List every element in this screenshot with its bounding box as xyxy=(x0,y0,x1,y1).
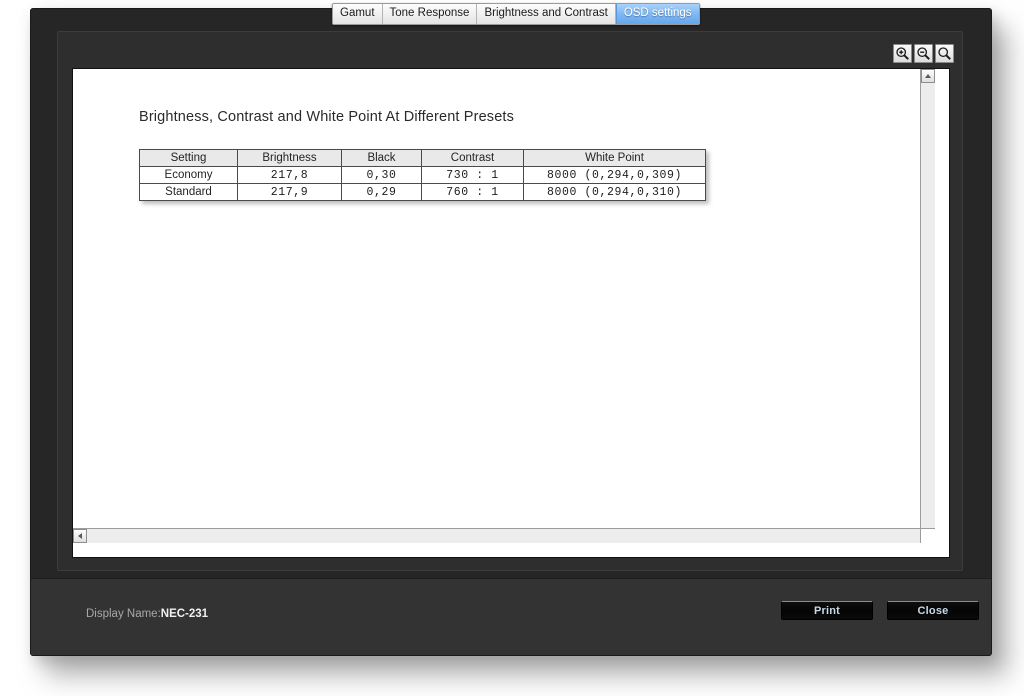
vertical-scrollbar[interactable] xyxy=(920,69,935,543)
document-viewport: Brightness, Contrast and White Point At … xyxy=(72,68,950,558)
table-row: Standard 217,9 0,29 760 : 1 8000 (0,294,… xyxy=(139,183,706,201)
tab-label: Tone Response xyxy=(389,7,470,20)
cell-setting: Economy xyxy=(139,166,238,184)
dialog-button-row: Print Close xyxy=(781,601,979,620)
cell-contrast: 730 : 1 xyxy=(421,166,524,184)
tab-label: Gamut xyxy=(340,7,375,20)
table-row: Economy 217,8 0,30 730 : 1 8000 (0,294,0… xyxy=(139,166,706,184)
horizontal-scrollbar[interactable] xyxy=(73,528,935,543)
report-window: Brightness, Contrast and White Point At … xyxy=(30,8,992,656)
cell-white-point: 8000 (0,294,0,310) xyxy=(523,183,706,201)
tab-gamut[interactable]: Gamut xyxy=(333,4,383,24)
chevron-left-icon xyxy=(78,533,82,539)
zoom-fit-button[interactable] xyxy=(935,44,954,63)
tab-brightness-and-contrast[interactable]: Brightness and Contrast xyxy=(477,4,616,24)
zoom-in-button[interactable] xyxy=(893,44,912,63)
status-bar: Display Name:NEC-231 Print Close xyxy=(31,578,991,655)
scroll-left-button[interactable] xyxy=(73,529,87,543)
zoom-out-button[interactable] xyxy=(914,44,933,63)
scroll-up-button[interactable] xyxy=(921,69,935,83)
column-header-black: Black xyxy=(341,149,422,167)
cell-contrast: 760 : 1 xyxy=(421,183,524,201)
report-table-container: Setting Brightness Black Contrast White … xyxy=(139,149,706,201)
column-header-contrast: Contrast xyxy=(421,149,524,167)
column-header-brightness: Brightness xyxy=(237,149,342,167)
close-button-label: Close xyxy=(917,604,949,617)
horizontal-scroll-track[interactable] xyxy=(87,529,921,543)
tab-bar: Gamut Tone Response Brightness and Contr… xyxy=(332,3,700,25)
display-name-label: Display Name: xyxy=(86,608,161,620)
report-page: Brightness, Contrast and White Point At … xyxy=(73,69,935,543)
tab-tone-response[interactable]: Tone Response xyxy=(382,4,478,24)
print-button[interactable]: Print xyxy=(781,601,873,620)
measurements-table: Setting Brightness Black Contrast White … xyxy=(139,149,706,201)
cell-black: 0,29 xyxy=(341,183,422,201)
cell-setting: Standard xyxy=(139,183,238,201)
tab-label: OSD settings xyxy=(623,7,692,20)
close-button[interactable]: Close xyxy=(887,601,979,620)
content-frame: Brightness, Contrast and White Point At … xyxy=(57,31,963,571)
report-title: Brightness, Contrast and White Point At … xyxy=(139,109,514,125)
scrollbar-corner xyxy=(920,528,935,543)
print-button-label: Print xyxy=(813,604,841,617)
zoom-out-icon xyxy=(916,46,931,61)
cell-white-point: 8000 (0,294,0,309) xyxy=(523,166,706,184)
column-header-setting: Setting xyxy=(139,149,238,167)
display-name-field: Display Name:NEC-231 xyxy=(86,608,208,620)
tab-osd-settings[interactable]: OSD settings xyxy=(615,4,699,24)
cell-brightness: 217,8 xyxy=(237,166,342,184)
chevron-up-icon xyxy=(925,74,931,78)
vertical-scroll-track[interactable] xyxy=(921,83,935,529)
screenshot-root: Gamut Tone Response Brightness and Contr… xyxy=(0,0,1024,696)
table-header-row: Setting Brightness Black Contrast White … xyxy=(139,149,706,167)
magnifier-icon xyxy=(937,46,952,61)
cell-brightness: 217,9 xyxy=(237,183,342,201)
zoom-in-icon xyxy=(895,46,910,61)
zoom-toolbar xyxy=(893,44,954,63)
tab-label: Brightness and Contrast xyxy=(484,7,608,20)
column-header-white-point: White Point xyxy=(523,149,706,167)
display-name-value: NEC-231 xyxy=(160,608,209,620)
cell-black: 0,30 xyxy=(341,166,422,184)
